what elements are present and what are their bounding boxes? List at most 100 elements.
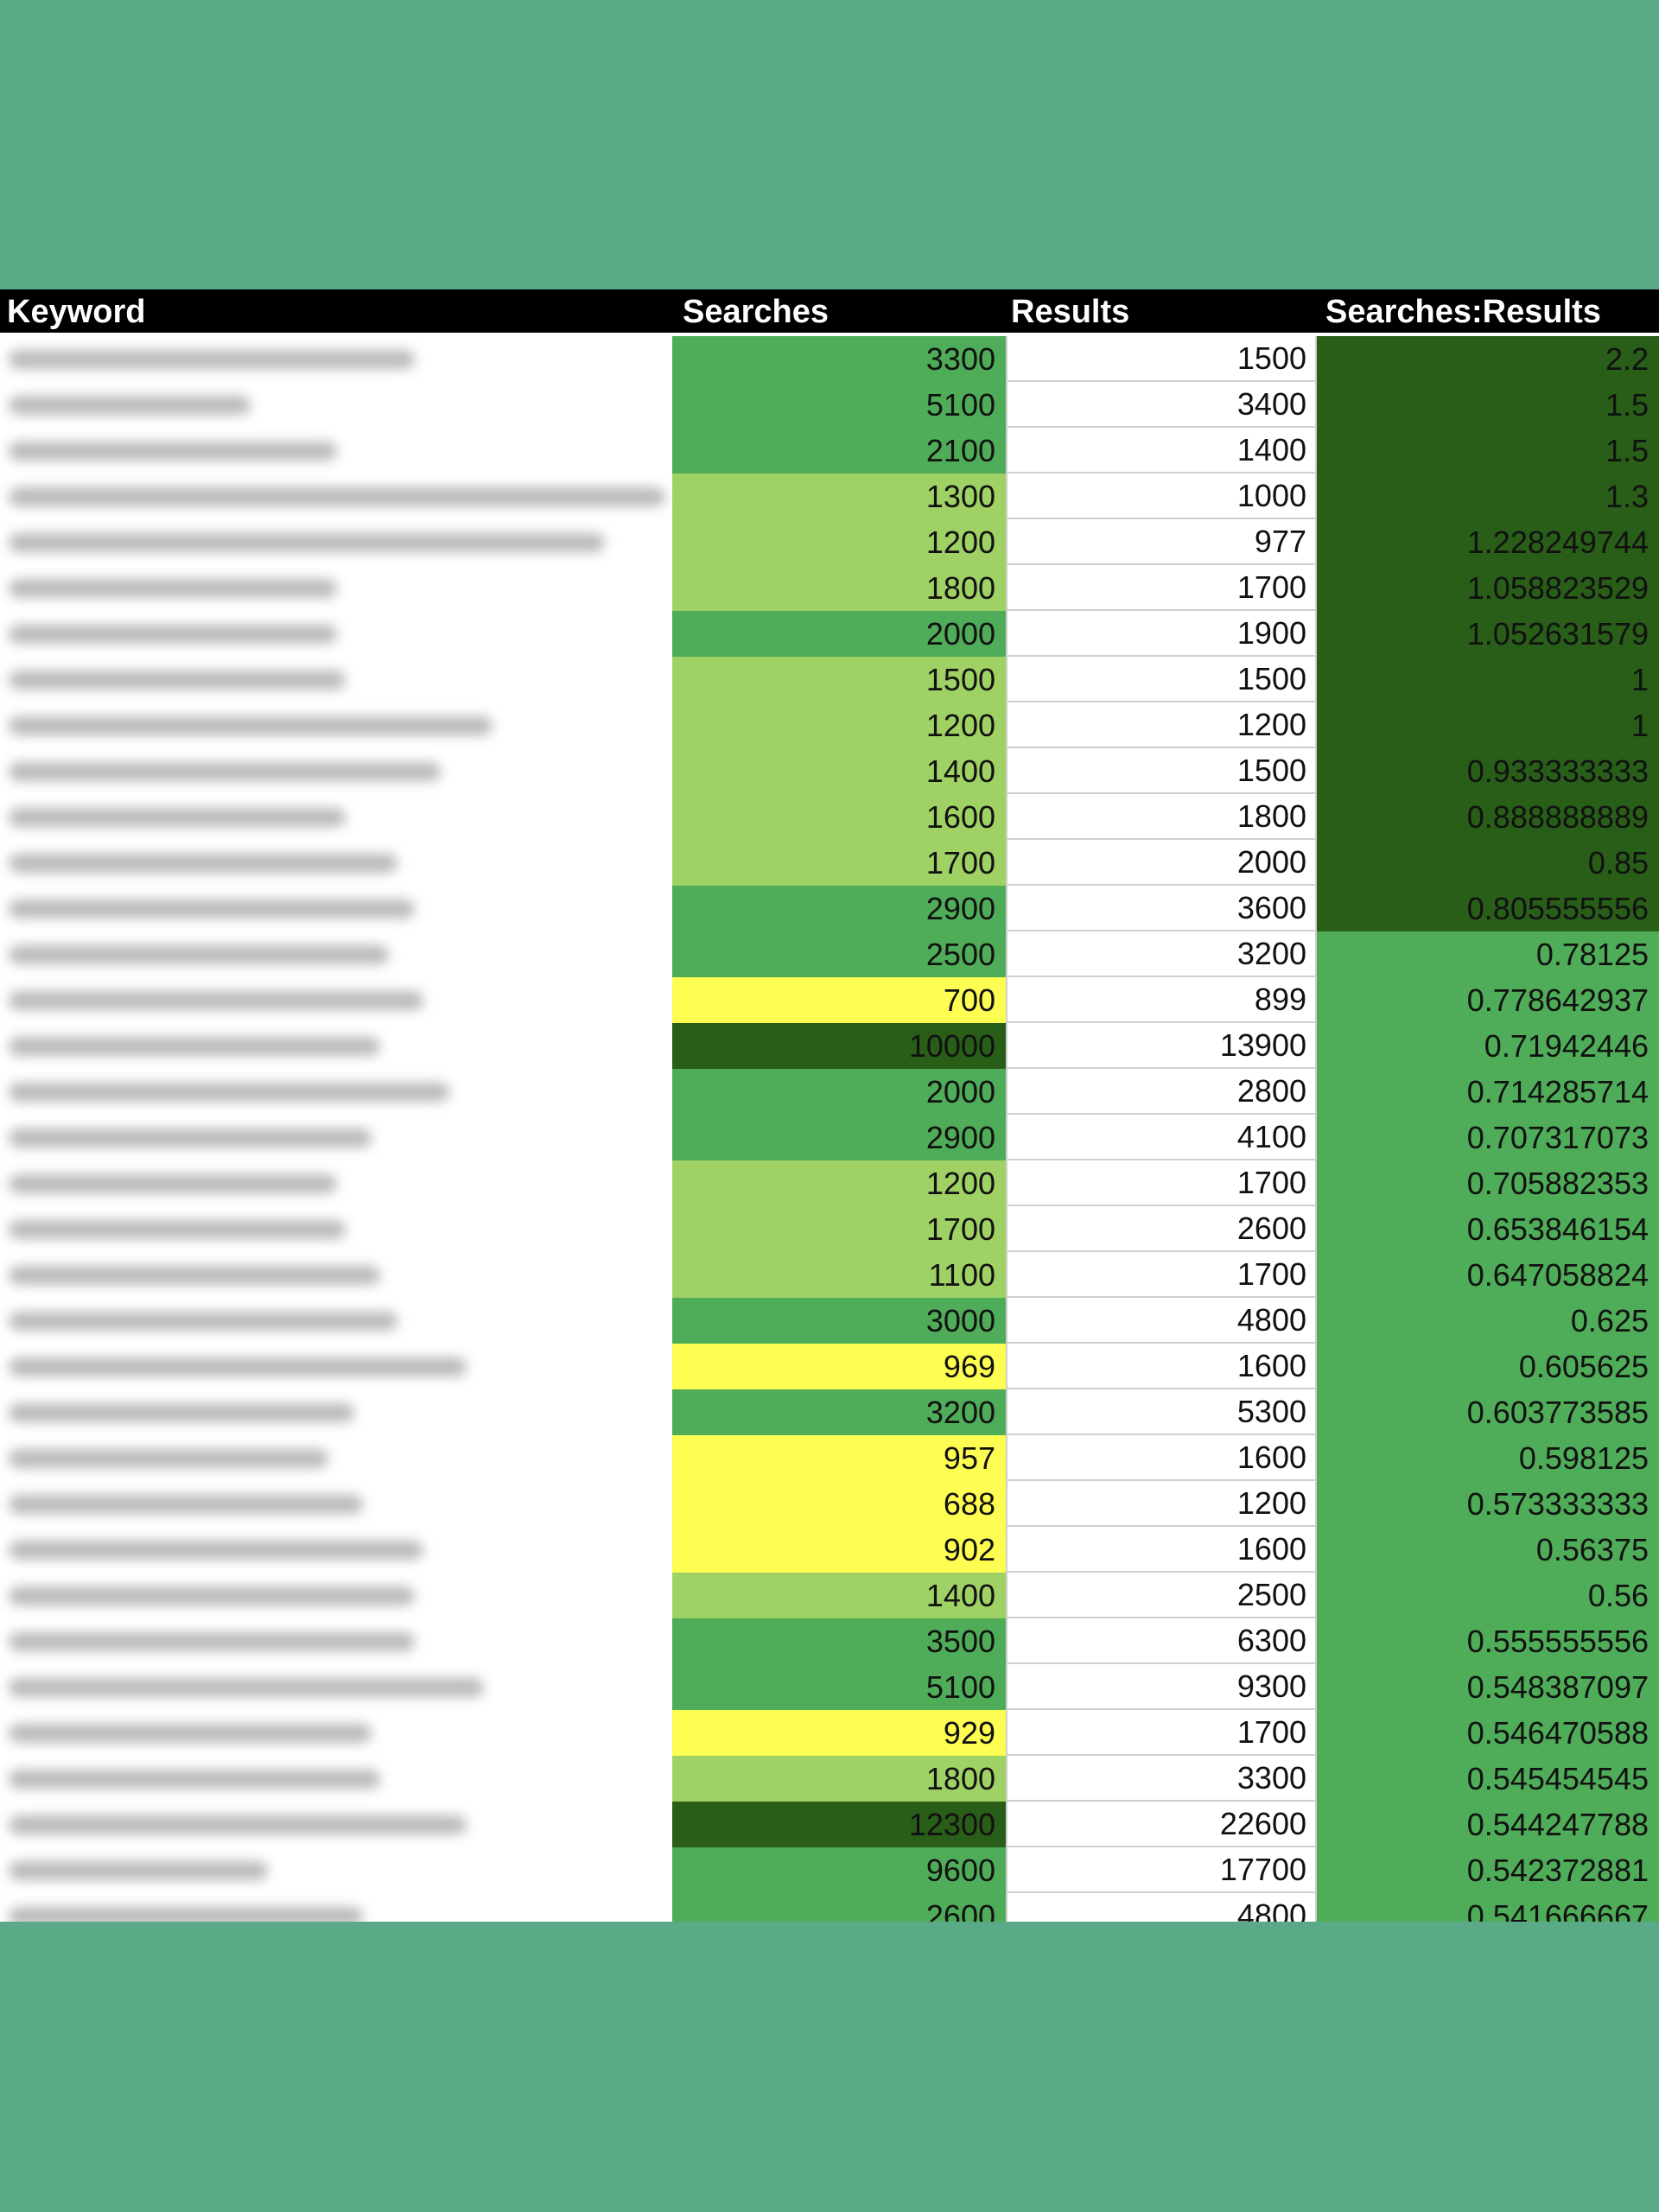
keyword-cell[interactable] bbox=[0, 794, 672, 840]
results-cell[interactable]: 1200 bbox=[1006, 702, 1317, 748]
results-cell[interactable]: 977 bbox=[1006, 519, 1317, 565]
results-cell[interactable]: 22600 bbox=[1006, 1802, 1317, 1847]
column-header-searches[interactable]: Searches bbox=[672, 289, 1006, 333]
ratio-cell[interactable]: 0.545454545 bbox=[1317, 1756, 1659, 1802]
searches-cell[interactable]: 1800 bbox=[672, 565, 1006, 611]
keyword-cell[interactable] bbox=[0, 1893, 672, 1922]
results-cell[interactable]: 1600 bbox=[1006, 1344, 1317, 1389]
ratio-cell[interactable]: 0.647058824 bbox=[1317, 1252, 1659, 1298]
keyword-cell[interactable] bbox=[0, 1664, 672, 1710]
ratio-cell[interactable]: 0.707317073 bbox=[1317, 1115, 1659, 1160]
keyword-cell[interactable] bbox=[0, 977, 672, 1023]
results-cell[interactable]: 2600 bbox=[1006, 1206, 1317, 1252]
keyword-cell[interactable] bbox=[0, 1618, 672, 1664]
ratio-cell[interactable]: 0.56375 bbox=[1317, 1527, 1659, 1573]
results-cell[interactable]: 3200 bbox=[1006, 931, 1317, 977]
ratio-cell[interactable]: 1.228249744 bbox=[1317, 519, 1659, 565]
searches-cell[interactable]: 2500 bbox=[672, 931, 1006, 977]
results-cell[interactable]: 1200 bbox=[1006, 1481, 1317, 1527]
keyword-cell[interactable] bbox=[0, 1206, 672, 1252]
results-cell[interactable]: 5300 bbox=[1006, 1389, 1317, 1435]
searches-cell[interactable]: 1500 bbox=[672, 657, 1006, 702]
results-cell[interactable]: 3600 bbox=[1006, 886, 1317, 931]
ratio-cell[interactable]: 0.573333333 bbox=[1317, 1481, 1659, 1527]
ratio-cell[interactable]: 0.653846154 bbox=[1317, 1206, 1659, 1252]
keyword-cell[interactable] bbox=[0, 565, 672, 611]
ratio-cell[interactable]: 1.058823529 bbox=[1317, 565, 1659, 611]
ratio-cell[interactable]: 0.603773585 bbox=[1317, 1389, 1659, 1435]
searches-cell[interactable]: 5100 bbox=[672, 382, 1006, 428]
ratio-cell[interactable]: 0.933333333 bbox=[1317, 748, 1659, 794]
keyword-cell[interactable] bbox=[0, 1344, 672, 1389]
results-cell[interactable]: 2000 bbox=[1006, 840, 1317, 886]
keyword-cell[interactable] bbox=[0, 1389, 672, 1435]
keyword-cell[interactable] bbox=[0, 1481, 672, 1527]
ratio-cell[interactable]: 0.805555556 bbox=[1317, 886, 1659, 931]
ratio-cell[interactable]: 0.778642937 bbox=[1317, 977, 1659, 1023]
results-cell[interactable]: 4100 bbox=[1006, 1115, 1317, 1160]
searches-cell[interactable]: 1700 bbox=[672, 1206, 1006, 1252]
ratio-cell[interactable]: 1.5 bbox=[1317, 428, 1659, 474]
ratio-cell[interactable]: 1 bbox=[1317, 657, 1659, 702]
results-cell[interactable]: 1700 bbox=[1006, 1710, 1317, 1756]
ratio-cell[interactable]: 0.705882353 bbox=[1317, 1160, 1659, 1206]
ratio-cell[interactable]: 0.598125 bbox=[1317, 1435, 1659, 1481]
results-cell[interactable]: 1000 bbox=[1006, 474, 1317, 519]
ratio-cell[interactable]: 2.2 bbox=[1317, 336, 1659, 382]
searches-cell[interactable]: 5100 bbox=[672, 1664, 1006, 1710]
results-cell[interactable]: 1700 bbox=[1006, 565, 1317, 611]
searches-cell[interactable]: 1400 bbox=[672, 1573, 1006, 1618]
keyword-cell[interactable] bbox=[0, 1802, 672, 1847]
results-cell[interactable]: 1700 bbox=[1006, 1252, 1317, 1298]
searches-cell[interactable]: 1600 bbox=[672, 794, 1006, 840]
results-cell[interactable]: 6300 bbox=[1006, 1618, 1317, 1664]
keyword-cell[interactable] bbox=[0, 702, 672, 748]
searches-cell[interactable]: 12300 bbox=[672, 1802, 1006, 1847]
keyword-cell[interactable] bbox=[0, 474, 672, 519]
results-cell[interactable]: 13900 bbox=[1006, 1023, 1317, 1069]
searches-cell[interactable]: 929 bbox=[672, 1710, 1006, 1756]
searches-cell[interactable]: 2600 bbox=[672, 1893, 1006, 1922]
results-cell[interactable]: 899 bbox=[1006, 977, 1317, 1023]
ratio-cell[interactable]: 0.71942446 bbox=[1317, 1023, 1659, 1069]
keyword-cell[interactable] bbox=[0, 657, 672, 702]
keyword-cell[interactable] bbox=[0, 1573, 672, 1618]
keyword-cell[interactable] bbox=[0, 748, 672, 794]
searches-cell[interactable]: 1700 bbox=[672, 840, 1006, 886]
results-cell[interactable]: 4800 bbox=[1006, 1893, 1317, 1922]
searches-cell[interactable]: 902 bbox=[672, 1527, 1006, 1573]
keyword-cell[interactable] bbox=[0, 1023, 672, 1069]
searches-cell[interactable]: 3300 bbox=[672, 336, 1006, 382]
results-cell[interactable]: 1900 bbox=[1006, 611, 1317, 657]
results-cell[interactable]: 1500 bbox=[1006, 657, 1317, 702]
column-header-ratio[interactable]: Searches:Results bbox=[1317, 289, 1659, 333]
searches-cell[interactable]: 10000 bbox=[672, 1023, 1006, 1069]
keyword-cell[interactable] bbox=[0, 1160, 672, 1206]
results-cell[interactable]: 1800 bbox=[1006, 794, 1317, 840]
ratio-cell[interactable]: 0.888888889 bbox=[1317, 794, 1659, 840]
results-cell[interactable]: 1400 bbox=[1006, 428, 1317, 474]
column-header-results[interactable]: Results bbox=[1006, 289, 1317, 333]
searches-cell[interactable]: 2000 bbox=[672, 611, 1006, 657]
results-cell[interactable]: 1600 bbox=[1006, 1435, 1317, 1481]
keyword-cell[interactable] bbox=[0, 1435, 672, 1481]
searches-cell[interactable]: 3000 bbox=[672, 1298, 1006, 1344]
results-cell[interactable]: 17700 bbox=[1006, 1847, 1317, 1893]
ratio-cell[interactable]: 1.052631579 bbox=[1317, 611, 1659, 657]
column-header-keyword[interactable]: Keyword bbox=[0, 289, 672, 333]
ratio-cell[interactable]: 0.714285714 bbox=[1317, 1069, 1659, 1115]
ratio-cell[interactable]: 0.544247788 bbox=[1317, 1802, 1659, 1847]
searches-cell[interactable]: 688 bbox=[672, 1481, 1006, 1527]
searches-cell[interactable]: 2100 bbox=[672, 428, 1006, 474]
ratio-cell[interactable]: 0.605625 bbox=[1317, 1344, 1659, 1389]
ratio-cell[interactable]: 0.546470588 bbox=[1317, 1710, 1659, 1756]
results-cell[interactable]: 9300 bbox=[1006, 1664, 1317, 1710]
results-cell[interactable]: 2800 bbox=[1006, 1069, 1317, 1115]
ratio-cell[interactable]: 0.56 bbox=[1317, 1573, 1659, 1618]
keyword-cell[interactable] bbox=[0, 336, 672, 382]
searches-cell[interactable]: 1400 bbox=[672, 748, 1006, 794]
searches-cell[interactable]: 1200 bbox=[672, 702, 1006, 748]
ratio-cell[interactable]: 0.542372881 bbox=[1317, 1847, 1659, 1893]
searches-cell[interactable]: 1200 bbox=[672, 519, 1006, 565]
searches-cell[interactable]: 1100 bbox=[672, 1252, 1006, 1298]
